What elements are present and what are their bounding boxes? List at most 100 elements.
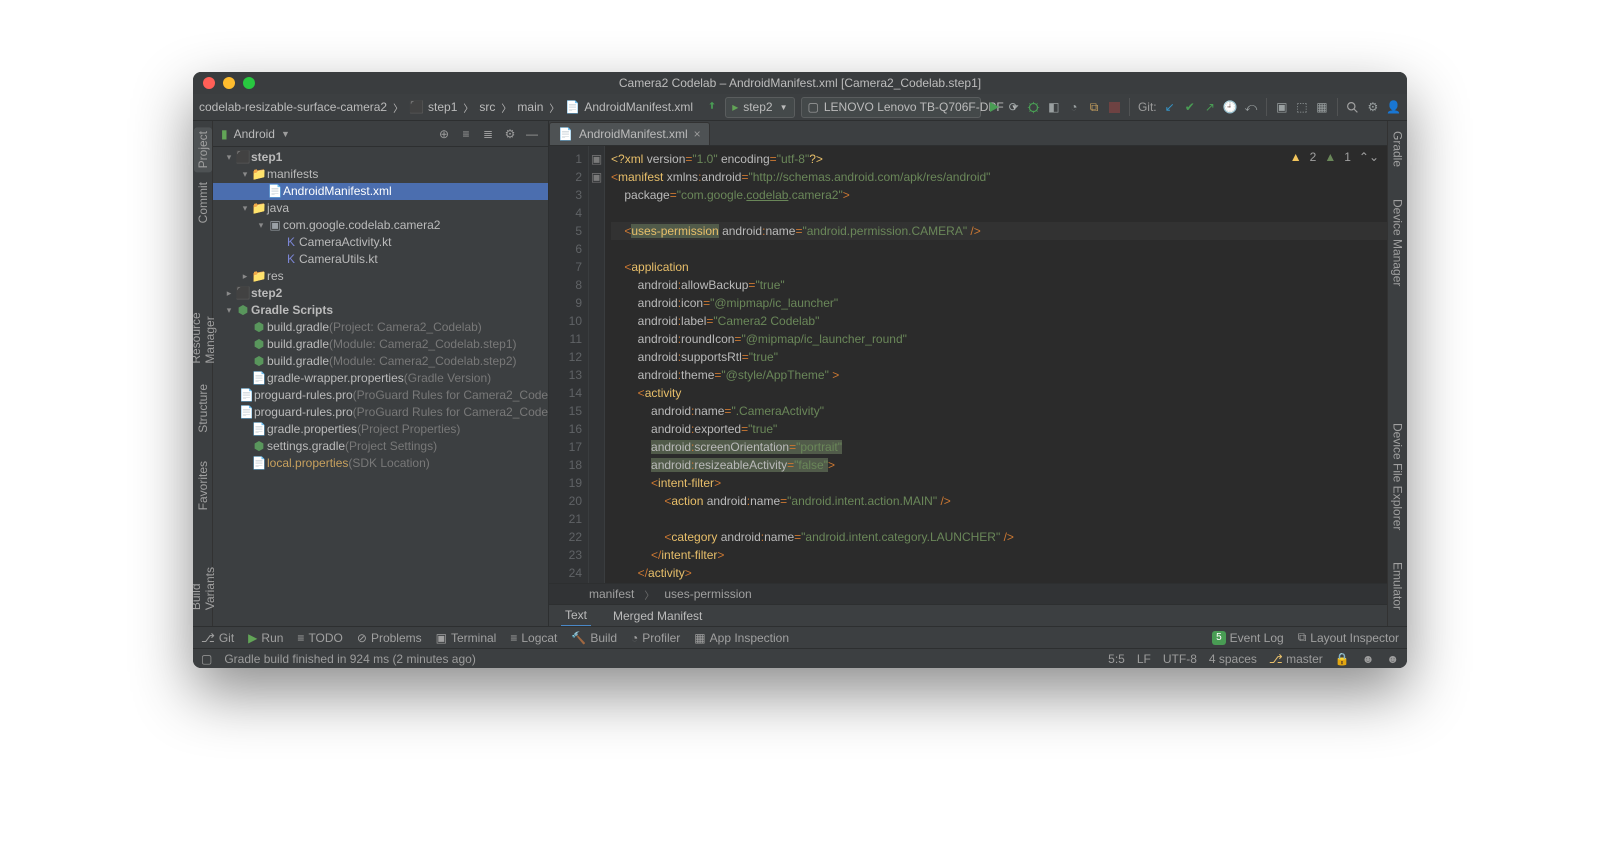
tree-item[interactable]: ⬢build.gradle (Project: Camera2_Codelab) <box>213 319 548 336</box>
tree-item[interactable]: 📄local.properties (SDK Location) <box>213 455 548 472</box>
tool-app-inspection[interactable]: ▦App Inspection <box>694 631 789 645</box>
settings-icon[interactable]: ⚙ <box>502 127 518 141</box>
crumb-1[interactable]: step1 <box>428 100 457 114</box>
tree-item[interactable]: 📄gradle-wrapper.properties (Gradle Versi… <box>213 370 548 387</box>
code-line[interactable]: android:theme="@style/AppTheme" > <box>611 366 1387 384</box>
attach-debugger-button[interactable]: ⧉ <box>1087 98 1101 116</box>
line-number[interactable]: 14 <box>549 384 582 402</box>
tab-structure[interactable]: Structure <box>194 380 212 437</box>
line-separator[interactable]: LF <box>1137 652 1151 666</box>
editor-mode-text[interactable]: Text <box>561 605 591 627</box>
line-number[interactable]: 24 <box>549 564 582 582</box>
code-line[interactable]: android:roundIcon="@mipmap/ic_launcher_r… <box>611 330 1387 348</box>
expand-arrow-icon[interactable]: ▾ <box>223 149 235 166</box>
editor-tab[interactable]: 📄 AndroidManifest.xml × <box>549 122 710 145</box>
line-number[interactable]: 8 <box>549 276 582 294</box>
line-number-gutter[interactable]: 123456789101112131415161718192021222324 <box>549 146 589 583</box>
line-number[interactable]: 7 <box>549 258 582 276</box>
code-line[interactable]: android:name=".CameraActivity" <box>611 402 1387 420</box>
inspection-widget[interactable]: ▲2 ▲1 ⌃⌄ <box>1290 150 1379 164</box>
expand-arrow-icon[interactable]: ▾ <box>223 302 235 319</box>
code-line[interactable]: android:supportsRtl="true" <box>611 348 1387 366</box>
code-line[interactable] <box>611 240 1387 258</box>
code-line[interactable]: <uses-permission android:name="android.p… <box>611 222 1387 240</box>
line-number[interactable]: 13 <box>549 366 582 384</box>
close-tab-icon[interactable]: × <box>694 127 701 141</box>
indent-info[interactable]: 4 spaces <box>1209 652 1257 666</box>
git-branch[interactable]: ⎇ master <box>1269 652 1323 666</box>
code-editor[interactable]: 123456789101112131415161718192021222324 … <box>549 146 1387 583</box>
line-number[interactable]: 23 <box>549 546 582 564</box>
inspection-chevron-icon[interactable]: ⌃⌄ <box>1359 150 1379 164</box>
code-line[interactable]: android:icon="@mipmap/ic_launcher" <box>611 294 1387 312</box>
tree-item[interactable]: KCameraActivity.kt <box>213 234 548 251</box>
file-encoding[interactable]: UTF-8 <box>1163 652 1197 666</box>
line-number[interactable]: 9 <box>549 294 582 312</box>
git-push-button[interactable]: ↗ <box>1203 98 1217 116</box>
tab-resource-manager[interactable]: Resource Manager <box>193 259 219 368</box>
line-number[interactable]: 19 <box>549 474 582 492</box>
code-line[interactable]: android:label="Camera2 Codelab" <box>611 312 1387 330</box>
tab-project[interactable]: Project <box>194 127 212 172</box>
line-number[interactable]: 11 <box>549 330 582 348</box>
line-number[interactable]: 2 <box>549 168 582 186</box>
tool-git[interactable]: ⎇Git <box>201 631 234 645</box>
gutter-icons[interactable]: ▣▣ <box>589 146 605 583</box>
crumb-2[interactable]: src <box>479 100 495 114</box>
crumb-uses-permission[interactable]: uses-permission <box>664 587 751 601</box>
tree-item[interactable]: ▾📁manifests <box>213 166 548 183</box>
tree-item[interactable]: ▸⬛step2 <box>213 285 548 302</box>
coverage-button[interactable]: ◧ <box>1047 98 1061 116</box>
tree-item[interactable]: ▾⬢Gradle Scripts <box>213 302 548 319</box>
project-view-selector[interactable]: ▮ Android ▼ <box>221 127 290 141</box>
tree-item[interactable]: ▸📁res <box>213 268 548 285</box>
code-line[interactable]: <category android:name="android.intent.c… <box>611 528 1387 546</box>
tab-commit[interactable]: Commit <box>194 178 212 227</box>
tool-layout-inspector[interactable]: ⧉Layout Inspector <box>1298 630 1399 645</box>
locate-icon[interactable]: ⊕ <box>436 127 452 141</box>
code-line[interactable] <box>611 204 1387 222</box>
line-number[interactable]: 1 <box>549 150 582 168</box>
tree-item[interactable]: ⬢build.gradle (Module: Camera2_Codelab.s… <box>213 353 548 370</box>
tool-logcat[interactable]: ≡Logcat <box>510 631 557 645</box>
run-button[interactable] <box>987 98 1001 116</box>
resource-manager-button[interactable]: ▦ <box>1315 98 1329 116</box>
line-number[interactable]: 15 <box>549 402 582 420</box>
line-number[interactable]: 5 <box>549 222 582 240</box>
breadcrumb[interactable]: codelab-resizable-surface-camera2〉 ⬛step… <box>199 100 693 115</box>
caret-position[interactable]: 5:5 <box>1108 652 1125 666</box>
expand-arrow-icon[interactable]: ▾ <box>239 200 251 217</box>
git-history-button[interactable]: 🕘 <box>1223 98 1238 116</box>
code-line[interactable]: android:allowBackup="true" <box>611 276 1387 294</box>
expand-arrow-icon[interactable]: ▾ <box>255 217 267 234</box>
code-line[interactable]: <manifest xmlns:android="http://schemas.… <box>611 168 1387 186</box>
run-config-selector[interactable]: ▸ step2 ▼ <box>725 97 794 118</box>
profile-button[interactable]: ◔ <box>1067 98 1081 116</box>
editor-mode-merged[interactable]: Merged Manifest <box>609 606 706 626</box>
tab-build-variants[interactable]: Build Variants <box>193 534 219 614</box>
memory-indicator-icon[interactable]: ☻ <box>1362 652 1375 666</box>
line-number[interactable]: 3 <box>549 186 582 204</box>
collapse-all-icon[interactable]: ≣ <box>480 127 496 141</box>
stop-button[interactable] <box>1107 98 1121 116</box>
tree-item[interactable]: 📄AndroidManifest.xml <box>213 183 548 200</box>
gutter-icon[interactable]: ▣ <box>589 150 604 168</box>
project-tree[interactable]: ▾⬛step1▾📁manifests📄AndroidManifest.xml▾📁… <box>213 147 548 626</box>
sync-icon[interactable] <box>705 98 719 116</box>
tree-item[interactable]: 📄gradle.properties (Project Properties) <box>213 421 548 438</box>
gutter-icon[interactable]: ▣ <box>589 168 604 186</box>
code-line[interactable]: <activity <box>611 384 1387 402</box>
code-line[interactable]: <intent-filter> <box>611 474 1387 492</box>
tool-problems[interactable]: ⊘Problems <box>357 631 422 645</box>
device-selector[interactable]: ▢ LENOVO Lenovo TB-Q706F-DPF ▼ <box>801 97 981 118</box>
code-line[interactable] <box>611 510 1387 528</box>
sdk-manager-button[interactable]: ⬚ <box>1295 98 1309 116</box>
line-number[interactable]: 12 <box>549 348 582 366</box>
line-number[interactable]: 20 <box>549 492 582 510</box>
line-number[interactable]: 10 <box>549 312 582 330</box>
debug-button[interactable] <box>1027 98 1041 116</box>
tab-device-file-explorer[interactable]: Device File Explorer <box>1389 419 1407 534</box>
line-number[interactable]: 6 <box>549 240 582 258</box>
line-number[interactable]: 17 <box>549 438 582 456</box>
expand-all-icon[interactable]: ≡ <box>458 127 474 141</box>
